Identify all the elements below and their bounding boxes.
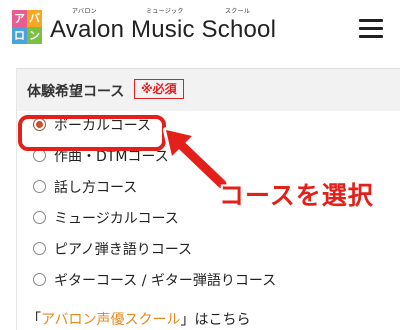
radio-button[interactable]: [33, 273, 46, 286]
logo-tile: ン: [27, 27, 42, 44]
footer-text: 」はこちら: [180, 312, 251, 328]
footer-bracket: 「: [27, 312, 41, 328]
radio-button[interactable]: [33, 242, 46, 255]
brand-ruby: アバロン: [72, 8, 97, 15]
radio-button[interactable]: [33, 211, 46, 224]
logo-tile: ア: [12, 10, 27, 27]
page: ア バ ロ ン アバロン ミュージック スクール Avalon Music Sc…: [0, 0, 400, 330]
radio-option-guitar[interactable]: ギターコース / ギター弾語りコース: [17, 268, 357, 292]
hamburger-menu-icon[interactable]: [359, 19, 383, 39]
logo-mark[interactable]: ア バ ロ ン: [12, 10, 42, 44]
brand-ruby: スクール: [225, 8, 251, 15]
voice-actor-school-note: 「アバロン声優スクール」はこちら: [27, 309, 250, 329]
brand-ruby: ミュージック: [146, 8, 184, 15]
annotation-callout: コースを選択: [219, 181, 374, 210]
radio-option-piano-vocal[interactable]: ピアノ弾き語りコース: [17, 237, 317, 261]
voice-actor-school-link[interactable]: アバロン声優スクール: [41, 312, 180, 328]
highlight-box: [18, 115, 166, 151]
logo-tile: バ: [27, 10, 42, 27]
radio-label[interactable]: 話し方コース: [54, 177, 137, 197]
field-label: 体験希望コース: [27, 84, 125, 100]
brand-logo[interactable]: アバロン ミュージック スクール Avalon Music School: [50, 6, 280, 50]
required-badge: ※必須: [134, 79, 184, 99]
radio-label[interactable]: ピアノ弾き語りコース: [54, 239, 192, 259]
field-label-row: 体験希望コース ※必須: [17, 69, 400, 111]
radio-label[interactable]: ギターコース / ギター弾語りコース: [54, 270, 276, 290]
radio-button[interactable]: [33, 180, 46, 193]
radio-label[interactable]: ミュージカルコース: [54, 208, 179, 228]
site-header: ア バ ロ ン アバロン ミュージック スクール Avalon Music Sc…: [0, 0, 400, 60]
logo-tile: ロ: [12, 27, 27, 44]
brand-name: Avalon Music School: [50, 16, 277, 43]
